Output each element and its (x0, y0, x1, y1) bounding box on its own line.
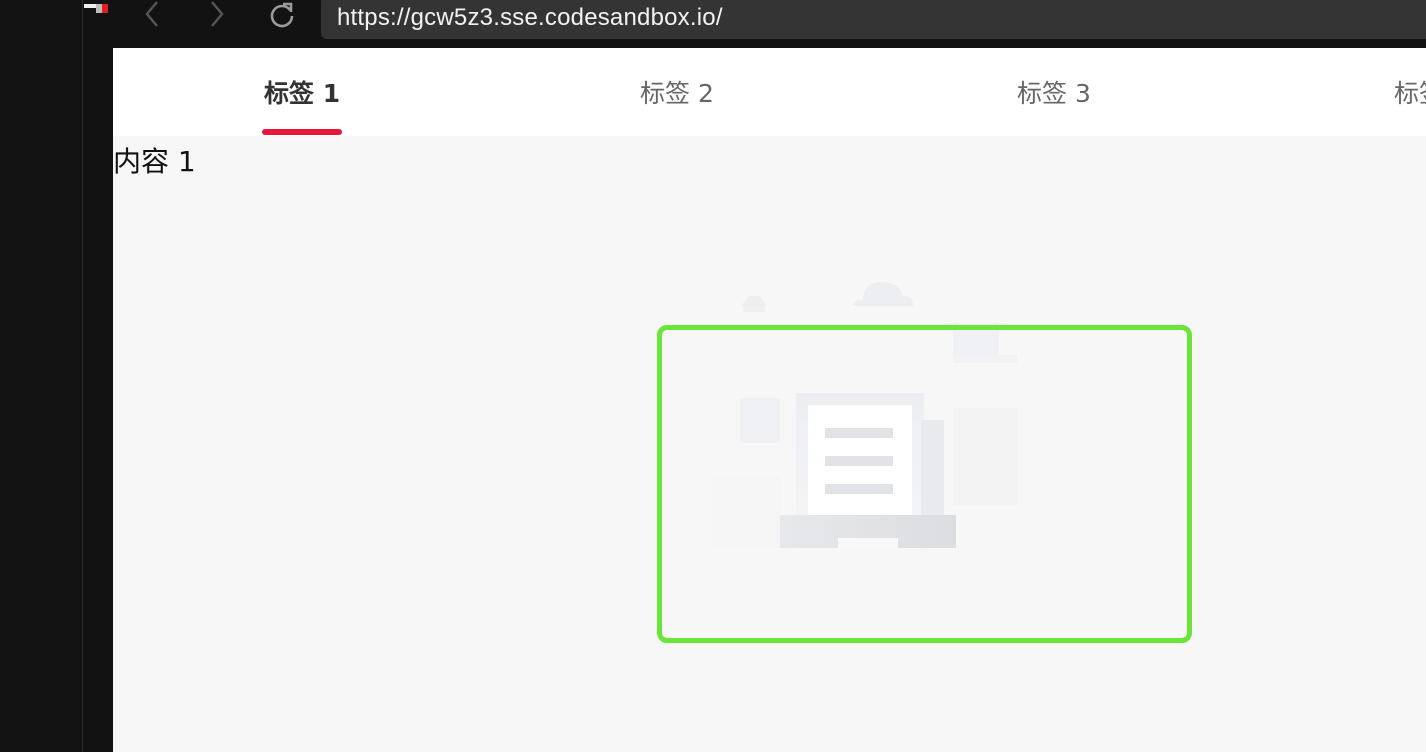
mini-panel (83, 0, 113, 752)
address-bar[interactable]: https://gcw5z3.sse.codesandbox.io/ (321, 0, 1426, 39)
chevron-right-icon (211, 1, 224, 27)
tab-bar: 标签 1 标签 2 标签 3 标签 4 (113, 48, 1426, 136)
page-content: 标签 1 标签 2 标签 3 标签 4 内容 1 (113, 48, 1426, 752)
active-tab-indicator (262, 129, 342, 135)
forward-button[interactable] (196, 0, 236, 30)
tab-3[interactable]: 标签 3 (1017, 74, 1091, 110)
tab-content-text: 内容 1 (113, 145, 196, 178)
reload-button[interactable] (262, 0, 302, 30)
url-text: https://gcw5z3.sse.codesandbox.io/ (337, 3, 723, 31)
back-button[interactable] (133, 0, 173, 30)
browser-toolbar: https://gcw5z3.sse.codesandbox.io/ (113, 0, 1426, 48)
left-sidebar-rail (0, 0, 83, 752)
reload-icon (270, 2, 294, 28)
mini-flag-icon (84, 4, 108, 13)
chevron-left-icon (145, 1, 158, 27)
tab-2[interactable]: 标签 2 (640, 74, 714, 110)
tab-4[interactable]: 标签 4 (1394, 74, 1426, 110)
highlight-box (657, 325, 1192, 643)
tab-1[interactable]: 标签 1 (264, 74, 340, 110)
